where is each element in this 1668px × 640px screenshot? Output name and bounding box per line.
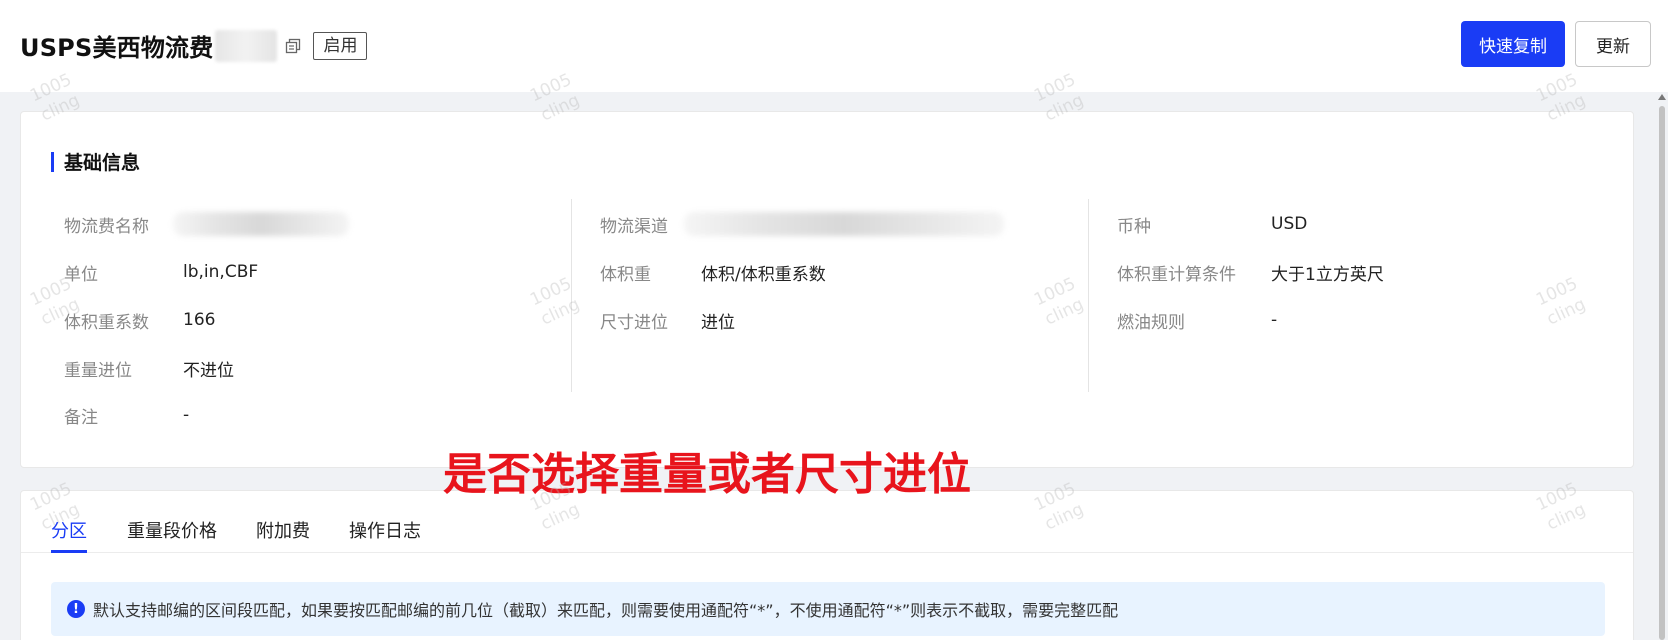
info-row-channel: 物流渠道: [600, 211, 1004, 237]
info-row-dim-condition: 体积重计算条件 大于1立方英尺: [1117, 259, 1384, 285]
vertical-scrollbar[interactable]: [1656, 92, 1668, 640]
tab-surcharge[interactable]: 附加费: [256, 517, 310, 543]
info-value: -: [1271, 310, 1278, 330]
section-title: 基础信息: [64, 152, 141, 174]
title-area: USPS美西物流费 启用: [20, 28, 368, 63]
tab-weight-price[interactable]: 重量段价格: [127, 517, 217, 543]
page-header: USPS美西物流费 启用 快速复制 更新: [0, 0, 1668, 92]
status-badge: 启用: [313, 31, 368, 60]
redacted-title-suffix: [215, 29, 278, 62]
info-row-dim-weight: 体积重 体积/体积重系数: [600, 259, 826, 285]
info-row-size-rounding: 尺寸进位 进位: [600, 307, 735, 333]
scroll-up-arrow-icon[interactable]: [1658, 94, 1666, 100]
info-value: 不进位: [183, 360, 234, 381]
info-value: -: [183, 405, 190, 425]
column-divider: [1088, 199, 1089, 392]
info-alert: ! 默认支持邮编的区间段匹配，如果要按匹配邮编的前几位（截取）来匹配，则需要使用…: [51, 582, 1605, 636]
info-label: 重量进位: [64, 360, 132, 381]
info-value: 大于1立方英尺: [1271, 264, 1384, 285]
quick-copy-button[interactable]: 快速复制: [1461, 21, 1565, 67]
info-label: 单位: [64, 264, 98, 285]
info-label: 备注: [64, 407, 98, 428]
info-value: 进位: [701, 312, 735, 333]
info-circle-icon: !: [67, 600, 85, 618]
info-row-fee-name: 物流费名称: [64, 211, 349, 237]
info-label: 物流费名称: [64, 216, 149, 237]
page-title: USPS美西物流费: [20, 34, 214, 62]
redacted-channel: [684, 212, 1004, 236]
basic-info-card: 基础信息 物流费名称 单位 lb,in,CBF 体积重系数 166 重量进位 不…: [20, 111, 1634, 468]
annotation-text: 是否选择重量或者尺寸进位: [443, 449, 971, 500]
info-value: lb,in,CBF: [183, 262, 259, 282]
info-row-currency: 币种 USD: [1117, 211, 1307, 237]
copy-icon[interactable]: [283, 36, 303, 56]
info-row-dim-factor: 体积重系数 166: [64, 307, 215, 333]
tab-operation-log[interactable]: 操作日志: [349, 517, 421, 543]
info-label: 体积重计算条件: [1117, 264, 1236, 285]
info-value: USD: [1271, 214, 1308, 234]
active-tab-indicator: [51, 550, 87, 553]
info-row-fuel-rule: 燃油规则 -: [1117, 307, 1277, 333]
info-label: 体积重: [600, 264, 651, 285]
column-divider: [571, 199, 572, 392]
info-row-remark: 备注 -: [64, 402, 189, 428]
info-value: 166: [183, 310, 216, 330]
info-row-weight-rounding: 重量进位 不进位: [64, 355, 234, 381]
tab-zones[interactable]: 分区: [51, 517, 87, 543]
info-value: 体积/体积重系数: [701, 264, 826, 285]
section-header: 基础信息: [51, 148, 140, 175]
info-label: 尺寸进位: [600, 312, 668, 333]
alert-text: 默认支持邮编的区间段匹配，如果要按匹配邮编的前几位（截取）来匹配，则需要使用通配…: [93, 601, 1119, 620]
info-label: 燃油规则: [1117, 312, 1185, 333]
info-label: 体积重系数: [64, 312, 149, 333]
info-label: 币种: [1117, 216, 1151, 237]
scroll-thumb[interactable]: [1659, 106, 1665, 640]
update-button[interactable]: 更新: [1575, 21, 1651, 67]
redacted-fee-name: [173, 212, 349, 236]
info-row-unit: 单位 lb,in,CBF: [64, 259, 258, 285]
section-accent-bar: [51, 151, 54, 172]
tabs-card: 分区 重量段价格 附加费 操作日志 ! 默认支持邮编的区间段匹配，如果要按匹配邮…: [20, 490, 1634, 640]
info-label: 物流渠道: [600, 216, 668, 237]
